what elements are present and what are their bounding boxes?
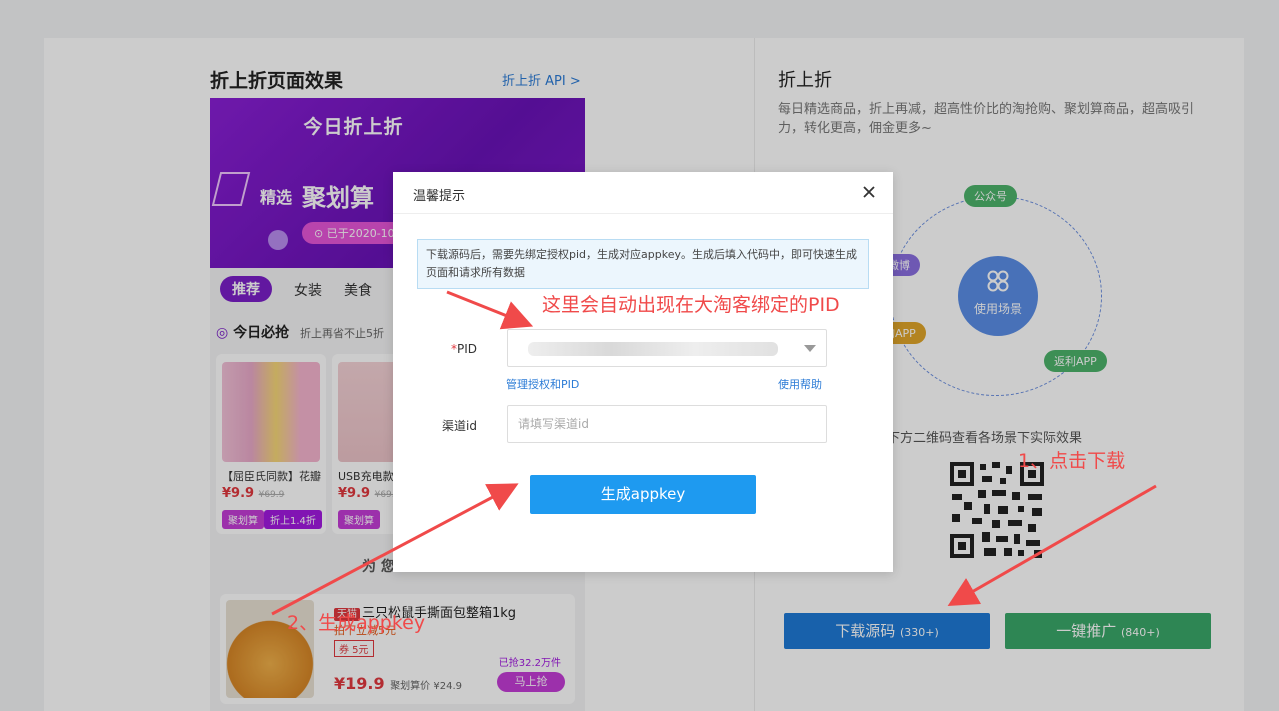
annotation-pid-note: 这里会自动出现在大淘客绑定的PID — [542, 294, 840, 316]
generate-appkey-button[interactable]: 生成appkey — [530, 475, 756, 514]
annotation-step-2: 2、生成appkey — [287, 612, 426, 634]
dialog-title: 温馨提示 — [413, 189, 466, 204]
annotation-step-1: 1、点击下载 — [1018, 450, 1126, 472]
pid-value-redacted — [528, 342, 778, 356]
channel-label: 渠道id — [442, 419, 477, 433]
channel-id-input[interactable] — [507, 405, 827, 443]
tips-dialog: 温馨提示 下载源码后，需要先绑定授权pid，生成对应appkey。生成后填入代码… — [393, 172, 893, 572]
close-icon[interactable] — [859, 182, 879, 202]
manage-auth-pid-link[interactable]: 管理授权和PID — [506, 376, 579, 392]
notice-box: 下载源码后，需要先绑定授权pid，生成对应appkey。生成后填入代码中，即可快… — [417, 239, 869, 289]
chevron-down-icon — [804, 345, 816, 352]
pid-select[interactable] — [507, 329, 827, 367]
pid-label: *PID — [450, 342, 477, 356]
dialog-header: 温馨提示 — [393, 172, 893, 214]
help-link[interactable]: 使用帮助 — [778, 376, 822, 392]
